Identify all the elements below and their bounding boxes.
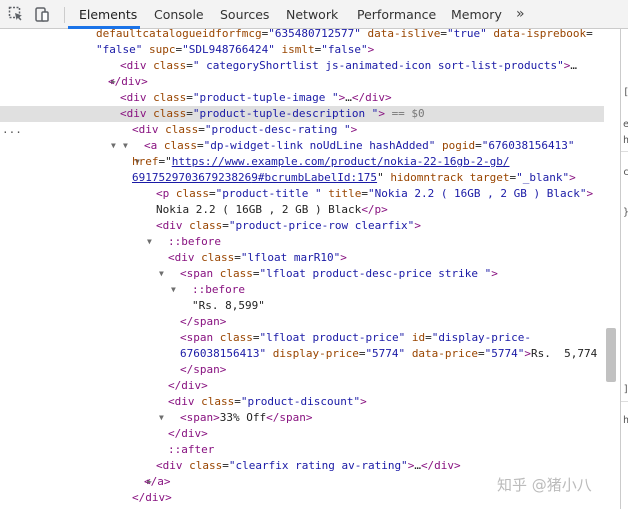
href-link[interactable]: https://www.example.com/product/nokia-22… [172, 155, 510, 168]
dom-line[interactable]: ▼ <div class="lfloat marR10"> [0, 250, 604, 278]
dom-line[interactable]: <p class="product-title " title="Nokia 2… [0, 186, 604, 202]
inspect-element-icon[interactable] [7, 5, 25, 23]
dom-line[interactable]: <span class="lfloat product-price" id="d… [0, 330, 604, 346]
dom-line[interactable]: ▶ <div class="product-tuple-image ">…</d… [0, 90, 604, 118]
device-toolbar-icon[interactable] [33, 5, 51, 23]
dom-line[interactable]: </span> [0, 362, 604, 378]
watermark: 知乎 @猪小八 [497, 476, 592, 494]
dom-line[interactable]: ▼ <div class="product-discount"> [0, 394, 604, 422]
dom-line[interactable]: "false" supc="SDL948766424" ismlt="false… [0, 42, 604, 58]
dom-line[interactable]: 6917529703679238269#bcrumbLabelId:175" h… [0, 170, 604, 186]
dom-line[interactable]: </div> [0, 74, 604, 90]
dom-line[interactable]: </span> [0, 314, 604, 330]
devtools-toolbar: Elements Console Sources Network Perform… [0, 0, 628, 29]
dom-line[interactable]: "Rs. 8,599" [0, 298, 604, 314]
tab-sources[interactable]: Sources [220, 0, 269, 29]
dom-line[interactable]: ▶ <div class=" categoryShortlist js-anim… [0, 58, 604, 86]
dom-line[interactable]: <span>33% Off</span> [0, 410, 604, 426]
dom-line[interactable]: ▼ <a class="dp-widget-link noUdLine hash… [0, 138, 604, 166]
dom-line[interactable]: defaultcatalogueidforfmcg="635480712577"… [0, 29, 604, 42]
dom-scrollbar-thumb[interactable] [606, 328, 616, 382]
tab-network[interactable]: Network [286, 0, 338, 29]
dom-line[interactable]: href="https://www.example.com/product/no… [0, 154, 604, 170]
dom-line[interactable]: ::before [0, 234, 604, 250]
dom-line[interactable]: 676038156413" display-price="5774" data-… [0, 346, 604, 362]
dom-line[interactable]: ▼ <div class="product-price-row clearfix… [0, 218, 604, 246]
tab-memory[interactable]: Memory [451, 0, 502, 29]
tab-elements[interactable]: Elements [79, 0, 137, 29]
href-link-cont[interactable]: 691752970367923826 [132, 171, 251, 184]
tab-performance[interactable]: Performance [357, 0, 436, 29]
styles-pane: [ e h c } ] h [621, 29, 628, 509]
dom-line-selected[interactable]: ... ▼ <div class="product-tuple-descript… [0, 106, 604, 150]
toolbar-separator [64, 7, 65, 23]
dom-line[interactable]: </div> [0, 426, 604, 442]
dom-line[interactable]: Nokia 2.2 ( 16GB , 2 GB ) Black</p> [0, 202, 604, 218]
dom-line[interactable]: ▼ <div class="product-desc-rating "> [0, 122, 604, 150]
dom-line[interactable]: ▼ <span class="lfloat product-desc-price… [0, 266, 604, 294]
dom-line[interactable]: ::after [0, 442, 604, 458]
dom-tree: defaultcatalogueidforfmcg="635480712577"… [0, 29, 604, 509]
dom-scrollbar-track[interactable] [604, 29, 620, 509]
dom-line[interactable]: ::before [0, 282, 604, 298]
dom-line[interactable]: </div> [0, 378, 604, 394]
tab-console[interactable]: Console [154, 0, 204, 29]
dom-line[interactable]: ▶ <div class="clearfix rating av-rating"… [0, 458, 604, 486]
more-tabs-button[interactable]: » [516, 0, 525, 29]
